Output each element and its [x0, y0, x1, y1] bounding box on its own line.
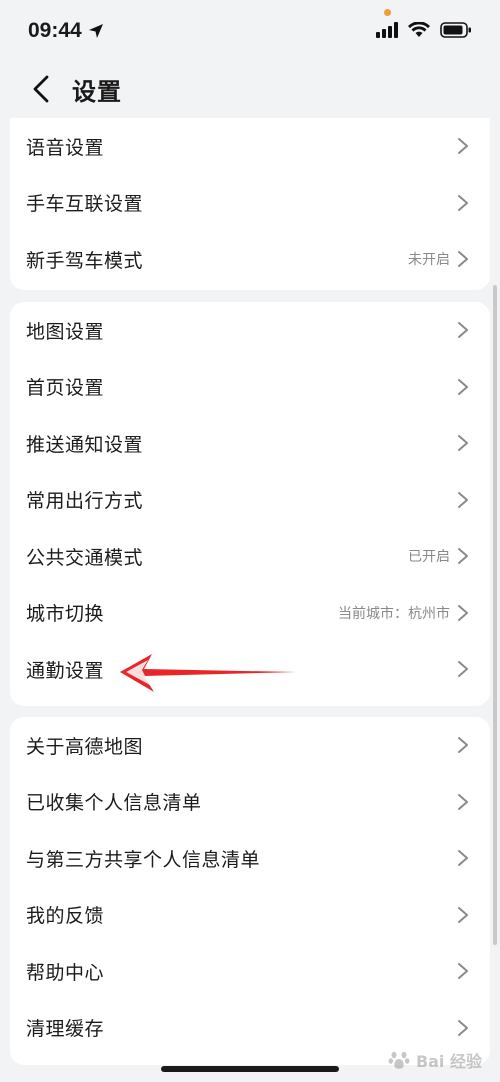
chevron-right-icon	[456, 137, 470, 155]
chevron-right-icon	[456, 547, 470, 565]
chevron-right-icon	[456, 378, 470, 396]
settings-row-car-connect[interactable]: 手车互联设置	[10, 175, 490, 232]
settings-row-city-switch[interactable]: 城市切换 当前城市：杭州市	[10, 585, 490, 642]
row-label: 地图设置	[26, 320, 105, 343]
row-label: 清理缓存	[26, 1018, 105, 1041]
row-label: 新手驾车模式	[26, 249, 144, 272]
row-label: 关于高德地图	[26, 735, 144, 758]
row-label: 首页设置	[26, 377, 105, 400]
row-value: 未开启	[408, 252, 450, 269]
settings-row-feedback[interactable]: 我的反馈	[10, 887, 490, 944]
settings-group-3: 关于高德地图 已收集个人信息清单 与第三方共享个人信息清单 我的反馈 帮助中心 …	[10, 717, 490, 1065]
settings-row-home[interactable]: 首页设置	[10, 359, 490, 416]
chevron-right-icon	[456, 491, 470, 509]
settings-row-map[interactable]: 地图设置	[10, 302, 490, 359]
settings-row-voice[interactable]: 语音设置	[10, 118, 490, 175]
chevron-right-icon	[456, 321, 470, 339]
home-indicator[interactable]	[161, 1066, 339, 1072]
settings-row-public-transit[interactable]: 公共交通模式 已开启	[10, 528, 490, 585]
row-value: 当前城市：杭州市	[338, 605, 450, 622]
chevron-left-icon	[33, 75, 49, 103]
location-arrow-icon	[88, 24, 103, 38]
battery-icon	[440, 22, 471, 38]
status-bar: 09:44	[0, 0, 500, 60]
chevron-right-icon	[456, 660, 470, 678]
settings-row-travel-mode[interactable]: 常用出行方式	[10, 472, 490, 529]
scrollbar[interactable]	[493, 285, 497, 945]
status-icons	[376, 9, 472, 38]
back-button[interactable]	[26, 69, 56, 109]
page-title: 设置	[72, 77, 122, 106]
settings-row-collected-info[interactable]: 已收集个人信息清单	[10, 774, 490, 831]
settings-row-novice-driving[interactable]: 新手驾车模式 未开启	[10, 231, 490, 288]
chevron-right-icon	[456, 736, 470, 754]
chevron-right-icon	[456, 604, 470, 622]
row-label: 公共交通模式	[26, 546, 144, 569]
row-label: 常用出行方式	[26, 490, 144, 513]
settings-row-about[interactable]: 关于高德地图	[10, 717, 490, 774]
row-label: 语音设置	[26, 136, 105, 159]
row-label: 通勤设置	[26, 659, 105, 682]
settings-group-2: 地图设置 首页设置 推送通知设置 常用出行方式 公共交通模式 已开启 城市切换 …	[10, 302, 490, 706]
watermark: Bai 经验	[388, 1048, 482, 1072]
nav-bar: 设置	[0, 60, 500, 118]
annotation-arrow-icon	[120, 654, 296, 692]
status-time: 09:44	[28, 19, 104, 43]
chevron-right-icon	[456, 1019, 470, 1037]
row-label: 我的反馈	[26, 905, 105, 928]
row-label: 帮助中心	[26, 961, 105, 984]
row-label: 已收集个人信息清单	[26, 792, 202, 815]
privacy-indicator-dot	[384, 9, 391, 16]
paw-logo-icon	[388, 1051, 410, 1069]
row-label: 手车互联设置	[26, 193, 144, 216]
chevron-right-icon	[456, 962, 470, 980]
row-label: 与第三方共享个人信息清单	[26, 848, 261, 871]
chevron-right-icon	[456, 194, 470, 212]
chevron-right-icon	[456, 434, 470, 452]
time-text: 09:44	[28, 19, 82, 42]
settings-group-1: 语音设置 手车互联设置 新手驾车模式 未开启	[10, 118, 490, 290]
row-label: 城市切换	[26, 603, 105, 626]
row-value: 已开启	[408, 549, 450, 566]
chevron-right-icon	[456, 793, 470, 811]
row-label: 推送通知设置	[26, 433, 144, 456]
chevron-right-icon	[456, 906, 470, 924]
chevron-right-icon	[456, 849, 470, 867]
settings-row-third-party-share[interactable]: 与第三方共享个人信息清单	[10, 830, 490, 887]
settings-row-help-center[interactable]: 帮助中心	[10, 943, 490, 1000]
chevron-right-icon	[456, 250, 470, 268]
cellular-signal-icon	[376, 22, 398, 38]
settings-row-push-notification[interactable]: 推送通知设置	[10, 415, 490, 472]
wifi-icon	[408, 22, 430, 37]
watermark-text: Bai 经验	[415, 1052, 482, 1071]
